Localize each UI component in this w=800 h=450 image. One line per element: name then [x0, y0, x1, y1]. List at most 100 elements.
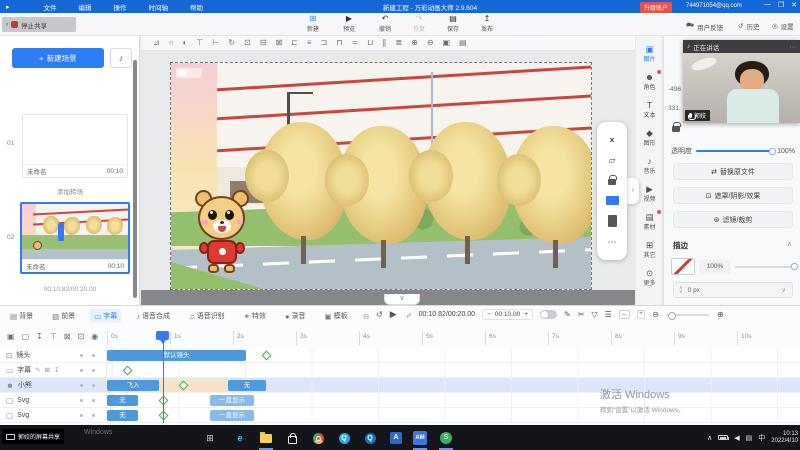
transform-icon[interactable]: ×: [609, 135, 614, 145]
tab-subtitle[interactable]: ▭字幕: [90, 309, 121, 323]
qq-browser-icon[interactable]: Q: [336, 430, 352, 446]
display-bar[interactable]: 一直显示: [210, 395, 254, 406]
subtitle-import-icon[interactable]: ↧: [54, 366, 59, 374]
edge-icon[interactable]: e: [232, 430, 248, 446]
canvas-tool-icon[interactable]: ≍: [351, 36, 358, 50]
nav-item-text[interactable]: T文本: [636, 100, 663, 119]
video-call-window[interactable]: ♪ 正在讲话 ⋯ 郭姣: [683, 40, 800, 123]
track-toggles[interactable]: [80, 354, 95, 357]
canvas-tool-icon[interactable]: ⊕: [411, 36, 418, 50]
track-settings-icon[interactable]: ☰: [605, 310, 612, 319]
canvas-tool-icon[interactable]: ⊔: [367, 36, 373, 50]
nav-item-material[interactable]: ▤素材: [636, 212, 663, 231]
canvas-tool-icon[interactable]: ⊤: [196, 36, 203, 50]
ruler-tick[interactable]: 1s: [170, 331, 233, 345]
undo-button[interactable]: ↶撤销: [368, 14, 402, 33]
track-tool-icon[interactable]: ⊤: [50, 332, 57, 341]
green-app-icon[interactable]: S: [438, 430, 454, 446]
stepper-arrows[interactable]: ∧∨: [679, 286, 683, 294]
subtitle-edit-icon[interactable]: ✎: [35, 366, 40, 374]
scene-duration-value[interactable]: 00:10.00: [495, 311, 520, 318]
stroke-opacity-slider[interactable]: [735, 266, 795, 268]
clock[interactable]: 10:13 2022/4/10: [771, 431, 798, 445]
nav-item-shape[interactable]: ◆图形: [636, 128, 663, 147]
ruler-tick[interactable]: 2s: [233, 331, 296, 345]
canvas-tool-icon[interactable]: ◐: [183, 36, 188, 50]
close-button[interactable]: ✕: [791, 1, 797, 9]
canvas-tool-icon[interactable]: ⊓: [336, 36, 342, 50]
stop-share-tab[interactable]: ‹ 停止共享: [2, 17, 76, 32]
ruler-tick[interactable]: 4s: [359, 331, 422, 345]
tab-background[interactable]: ▤背景: [6, 309, 37, 323]
stroke-color-swatch[interactable]: [671, 258, 695, 275]
track-tool-icon[interactable]: ◉: [91, 332, 98, 341]
tray-expand-icon[interactable]: ∧: [707, 434, 712, 442]
scene-card-2[interactable]: 未命名 00:10: [20, 202, 130, 274]
keyframe-diamond[interactable]: [123, 365, 133, 375]
menu-item[interactable]: 操作: [114, 2, 127, 12]
stage-canvas[interactable]: [170, 62, 592, 290]
nav-item-more[interactable]: ⊙更多: [636, 268, 663, 287]
save-button[interactable]: ▤保存: [436, 14, 470, 33]
canvas-tool-icon[interactable]: ⊢: [212, 36, 219, 50]
canvas-tool-icon[interactable]: ▣: [443, 36, 451, 50]
ruler-tick[interactable]: 10s: [737, 331, 800, 345]
timeline-zoom-in-icon[interactable]: ⊕: [717, 310, 724, 319]
timeline-zoom-slider[interactable]: [666, 314, 710, 316]
history-button[interactable]: ↺历史: [738, 21, 759, 31]
track-subtitle[interactable]: ▭字幕✎⊠↧: [0, 363, 800, 378]
toolbar-expand-tab[interactable]: ›: [627, 178, 639, 204]
settings-button[interactable]: ◎设置: [772, 21, 794, 31]
layer-swatch[interactable]: [608, 215, 617, 227]
camera-bar[interactable]: 默认镜头: [107, 350, 246, 361]
task-view-button[interactable]: ⊞: [202, 430, 218, 446]
new-scene-button[interactable]: +新建场景: [12, 48, 104, 68]
tab-speech-recognition[interactable]: ♫语音识别: [185, 309, 229, 323]
screen-share-indicator[interactable]: 郭姣的屏幕共享: [2, 429, 64, 444]
track-toggles[interactable]: [80, 369, 95, 372]
tab-foreground[interactable]: ▧前景: [48, 309, 79, 323]
track-toggles[interactable]: [80, 384, 95, 387]
add-transition-link[interactable]: 添加转场: [0, 186, 140, 196]
animation-master-icon[interactable]: AM: [412, 430, 428, 446]
canvas-tool-icon[interactable]: ↻: [228, 36, 235, 50]
filter-crop-button[interactable]: ⊛滤镜/裁剪: [673, 211, 793, 228]
store-icon[interactable]: [284, 430, 300, 446]
nav-item-image[interactable]: ▣图片: [636, 44, 663, 63]
bear-character[interactable]: [192, 190, 252, 282]
preview-button[interactable]: ▶预览: [332, 14, 366, 33]
menu-item[interactable]: 帮助: [190, 2, 203, 12]
upgrade-account-badge[interactable]: 升级账户: [640, 2, 672, 13]
ruler-tick[interactable]: 6s: [485, 331, 548, 345]
active-layer-swatch[interactable]: [606, 196, 619, 205]
play-button[interactable]: ▶: [390, 309, 397, 320]
enter-animation-bar[interactable]: 飞入: [107, 380, 159, 391]
minimize-button[interactable]: —: [764, 1, 771, 9]
nav-item-video[interactable]: ▶视频: [636, 184, 663, 203]
call-more-icon[interactable]: ⋯: [790, 43, 797, 51]
track-tool-icon[interactable]: ↧: [36, 332, 43, 341]
opacity-slider[interactable]: [696, 150, 773, 152]
timeline-zoom-out-icon[interactable]: ⊖: [652, 310, 659, 319]
scene-panel-scrollbar[interactable]: [133, 60, 137, 298]
canvas-tool-icon[interactable]: ⊖: [427, 36, 434, 50]
notifications-icon[interactable]: ▤: [746, 434, 753, 442]
enter-animation-bar[interactable]: 无: [107, 395, 138, 406]
canvas-tool-icon[interactable]: ○: [169, 36, 174, 50]
feedback-button[interactable]: 🗪用户反馈: [686, 21, 723, 32]
canvas-tool-icon[interactable]: ⊡: [244, 36, 251, 50]
hold-region[interactable]: [159, 380, 228, 391]
canvas-tool-icon[interactable]: ∥: [382, 36, 386, 50]
ruler-tick[interactable]: 7s: [548, 331, 611, 345]
replace-source-button[interactable]: ⇄替换原文件: [673, 163, 793, 180]
collapse-tabs-icon[interactable]: ⊖: [363, 312, 370, 321]
canvas-tool-icon[interactable]: ≣: [395, 36, 402, 50]
scene-card-1[interactable]: 未命名 00:10: [22, 114, 128, 178]
tab-record[interactable]: ●录音: [281, 309, 310, 323]
menu-item[interactable]: 文件: [44, 2, 57, 12]
ruler-tick[interactable]: 8s: [611, 331, 674, 345]
fit-icon[interactable]: ↔: [402, 308, 414, 320]
canvas-tool-icon[interactable]: ≡: [307, 36, 312, 50]
canvas-tool-icon[interactable]: ⊏: [291, 36, 298, 50]
canvas-tool-icon[interactable]: ⊿: [153, 36, 160, 50]
